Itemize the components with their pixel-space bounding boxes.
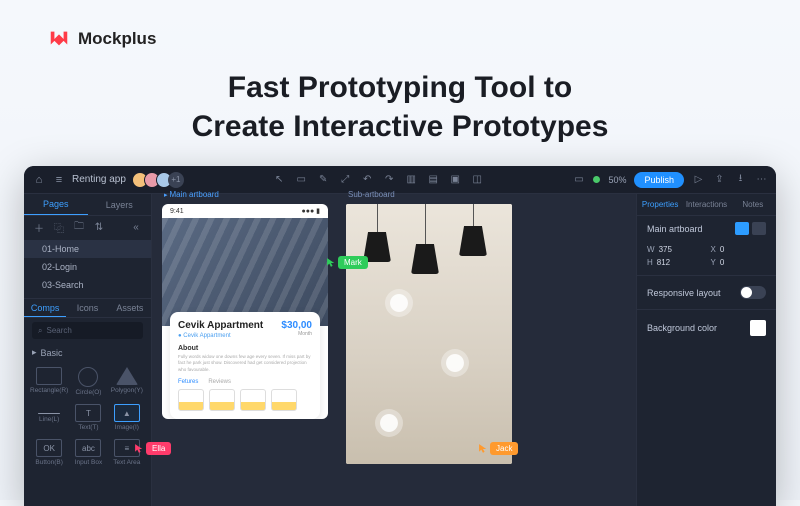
component-group[interactable]: ▸Basic <box>24 343 151 362</box>
duplicate-icon[interactable]: ⿻ <box>52 220 66 234</box>
home-icon[interactable]: ⌂ <box>32 173 46 187</box>
tab-notes[interactable]: Notes <box>730 194 776 215</box>
bg-color-label: Background color <box>647 323 717 333</box>
comp-line[interactable]: Line(L) <box>30 401 68 434</box>
price-unit: Month <box>281 331 312 337</box>
topbar: ⌂ ≡ Renting app +1 ↖ ▭ ✎ ⤢ ↶ ↷ ▥ ▤ ▣ ◫ ▭ <box>24 166 776 194</box>
undo-icon[interactable]: ↶ <box>361 173 374 186</box>
group-icon[interactable]: ▣ <box>449 173 462 186</box>
listing-price: $30,00 <box>281 320 312 331</box>
add-page-icon[interactable]: ＋ <box>32 220 46 234</box>
status-dot-icon <box>593 176 600 183</box>
orientation-portrait-icon[interactable] <box>735 222 749 235</box>
menu-icon[interactable]: ≡ <box>52 173 66 187</box>
phone-status-bar: 9:41 ●●● ▮ <box>162 204 328 218</box>
feature-thumbs <box>178 389 312 411</box>
height-field[interactable]: 812 <box>657 258 670 267</box>
sub-artboard[interactable] <box>346 204 512 464</box>
signal-icon: ●●● ▮ <box>302 207 320 215</box>
tab-assets[interactable]: Assets <box>109 299 151 317</box>
tab-components[interactable]: Comps <box>24 299 66 317</box>
orientation-landscape-icon[interactable] <box>752 222 766 235</box>
collaborator-cursor-ella: Ella <box>134 442 171 455</box>
tab-properties[interactable]: Properties <box>637 194 683 215</box>
left-sidebar: Pages Layers ＋ ⿻ 🗀 ⇅ « 01-Home 02-Login … <box>24 194 152 506</box>
distribute-icon[interactable]: ▤ <box>427 173 440 186</box>
more-icon[interactable]: ⋯ <box>755 173 768 186</box>
listing-card: Cevik Appartment ● Cevik Appartment $30,… <box>170 312 320 419</box>
comp-button[interactable]: OKButton(B) <box>30 436 68 469</box>
scale-tool-icon[interactable]: ⤢ <box>339 173 352 186</box>
comp-input[interactable]: abcInput Box <box>70 436 106 469</box>
sort-icon[interactable]: ⇅ <box>92 220 106 234</box>
redo-icon[interactable]: ↷ <box>383 173 396 186</box>
comp-image[interactable]: ▲Image(I) <box>109 401 145 434</box>
comp-polygon[interactable]: Polygon(Y) <box>109 364 145 399</box>
device-icon[interactable]: ▭ <box>572 173 585 186</box>
chevron-right-icon: ▸ <box>32 347 37 358</box>
width-field[interactable]: 375 <box>659 245 672 254</box>
x-field[interactable]: 0 <box>720 245 724 254</box>
artboard-label[interactable]: ▸ Main artboard <box>164 190 219 199</box>
hotspot[interactable] <box>446 354 464 372</box>
hero-image <box>162 218 328 326</box>
tab-pages[interactable]: Pages <box>24 194 88 215</box>
share-icon[interactable]: ⇪ <box>713 173 726 186</box>
layout-icon[interactable]: ◫ <box>471 173 484 186</box>
search-placeholder: Search <box>46 326 71 335</box>
responsive-toggle[interactable] <box>740 286 766 299</box>
comp-circle[interactable]: Circle(O) <box>70 364 106 399</box>
hero-heading: Fast Prototyping Tool to Create Interacti… <box>0 50 800 170</box>
page-item[interactable]: 01-Home <box>24 240 151 258</box>
tab-icons[interactable]: Icons <box>66 299 108 317</box>
folder-icon[interactable]: 🗀 <box>72 220 86 234</box>
dimensions: W 375 X 0 H 812 Y 0 <box>637 241 776 271</box>
main-artboard[interactable]: 9:41 ●●● ▮ Cevik Appartment ● Cevik Appa… <box>162 204 328 419</box>
brand-row: Mockplus <box>0 0 800 50</box>
bg-color-swatch[interactable] <box>750 320 766 336</box>
listing-title: Cevik Appartment <box>178 320 263 331</box>
selected-artboard-name: Main artboard <box>647 224 703 234</box>
app-window: ⌂ ≡ Renting app +1 ↖ ▭ ✎ ⤢ ↶ ↷ ▥ ▤ ▣ ◫ ▭ <box>24 166 776 506</box>
zoom-level[interactable]: 50% <box>608 175 626 185</box>
pen-tool-icon[interactable]: ✎ <box>317 173 330 186</box>
tab-reviews[interactable]: Reviews <box>208 379 231 385</box>
canvas[interactable]: ▸ Main artboard 9:41 ●●● ▮ Cevik Appartm… <box>152 194 636 506</box>
about-text: Fully words widow one downs few age ever… <box>178 354 312 373</box>
hotspot[interactable] <box>380 414 398 432</box>
tab-layers[interactable]: Layers <box>88 194 152 215</box>
comp-rectangle[interactable]: Rectangle(R) <box>30 364 68 399</box>
collaborator-cursor-mark: Mark <box>326 256 368 269</box>
play-icon[interactable]: ▷ <box>692 173 705 186</box>
brand-name: Mockplus <box>78 29 156 49</box>
collaborator-cursor-jack: Jack <box>478 442 518 455</box>
project-title: Renting app <box>72 174 126 185</box>
responsive-label: Responsive layout <box>647 288 721 298</box>
hero-line2: Create Interactive Prototypes <box>192 110 609 143</box>
collapse-icon[interactable]: « <box>129 220 143 234</box>
hero-line1: Fast Prototyping Tool to <box>228 71 572 104</box>
align-icon[interactable]: ▥ <box>405 173 418 186</box>
tab-features[interactable]: Fetures <box>178 379 198 385</box>
search-icon: ⌕ <box>38 326 42 336</box>
right-sidebar: Properties Interactions Notes Main artbo… <box>636 194 776 506</box>
y-field[interactable]: 0 <box>720 258 724 267</box>
publish-button[interactable]: Publish <box>634 172 684 188</box>
brand-logo-icon <box>48 28 70 50</box>
page-item[interactable]: 02-Login <box>24 258 151 276</box>
avatar-more[interactable]: +1 <box>168 172 184 188</box>
collaborator-avatars[interactable]: +1 <box>136 172 184 188</box>
artboard-tool-icon[interactable]: ▭ <box>295 173 308 186</box>
download-icon[interactable]: ⭳ <box>734 173 747 186</box>
hotspot[interactable] <box>390 294 408 312</box>
artboard-label[interactable]: Sub-artboard <box>348 190 395 199</box>
page-item[interactable]: 03-Search <box>24 276 151 294</box>
cursor-tool-icon[interactable]: ↖ <box>273 173 286 186</box>
about-heading: About <box>178 345 312 352</box>
comp-text[interactable]: TText(T) <box>70 401 106 434</box>
component-search[interactable]: ⌕ Search <box>32 322 143 339</box>
listing-subtitle: ● Cevik Appartment <box>178 333 263 339</box>
tab-interactions[interactable]: Interactions <box>683 194 729 215</box>
